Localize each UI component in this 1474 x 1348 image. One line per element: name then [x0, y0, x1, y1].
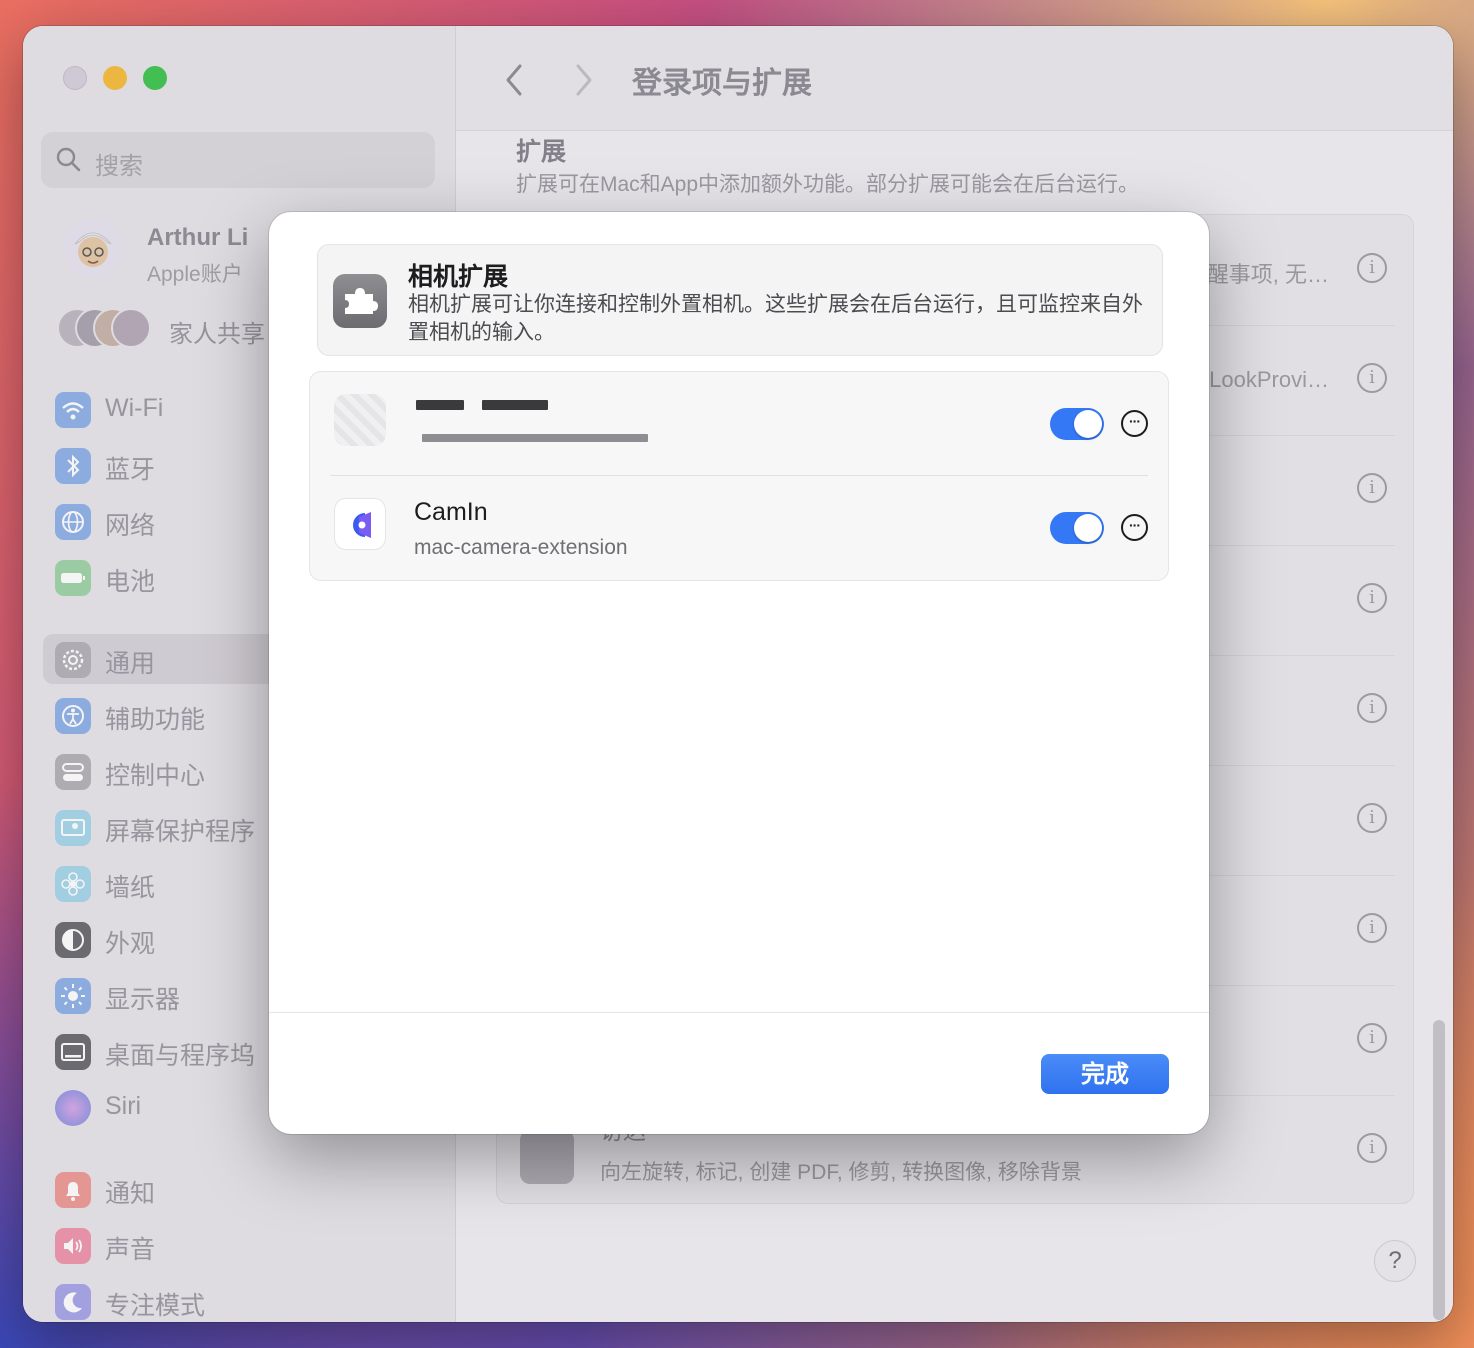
extension-name: CamIn	[414, 498, 488, 526]
done-button[interactable]: 完成	[1041, 1054, 1169, 1094]
camin-app-icon	[334, 498, 386, 550]
sheet-header: 相机扩展 相机扩展可让你连接和控制外置相机。这些扩展会在后台运行，且可监控来自外…	[317, 244, 1163, 356]
extension-toggle[interactable]	[1050, 408, 1104, 440]
camera-extensions-sheet: 相机扩展 相机扩展可让你连接和控制外置相机。这些扩展会在后台运行，且可监控来自外…	[269, 212, 1209, 1134]
more-options-icon[interactable]: ···	[1121, 514, 1148, 541]
list-item: ···	[310, 372, 1168, 476]
extension-puzzle-icon	[333, 274, 387, 328]
extension-toggle[interactable]	[1050, 512, 1104, 544]
footer-divider	[269, 1012, 1209, 1013]
camera-extension-list: ··· CamIn mac-camera-extension ···	[309, 371, 1169, 581]
more-options-icon[interactable]: ···	[1121, 410, 1148, 437]
extension-bundle-id: mac-camera-extension	[414, 536, 628, 559]
sheet-title: 相机扩展	[408, 263, 509, 291]
redacted-app-icon	[334, 394, 386, 446]
list-item: CamIn mac-camera-extension ···	[310, 476, 1168, 580]
sheet-description: 相机扩展可让你连接和控制外置相机。这些扩展会在后台运行，且可监控来自外置相机的输…	[408, 293, 1143, 344]
